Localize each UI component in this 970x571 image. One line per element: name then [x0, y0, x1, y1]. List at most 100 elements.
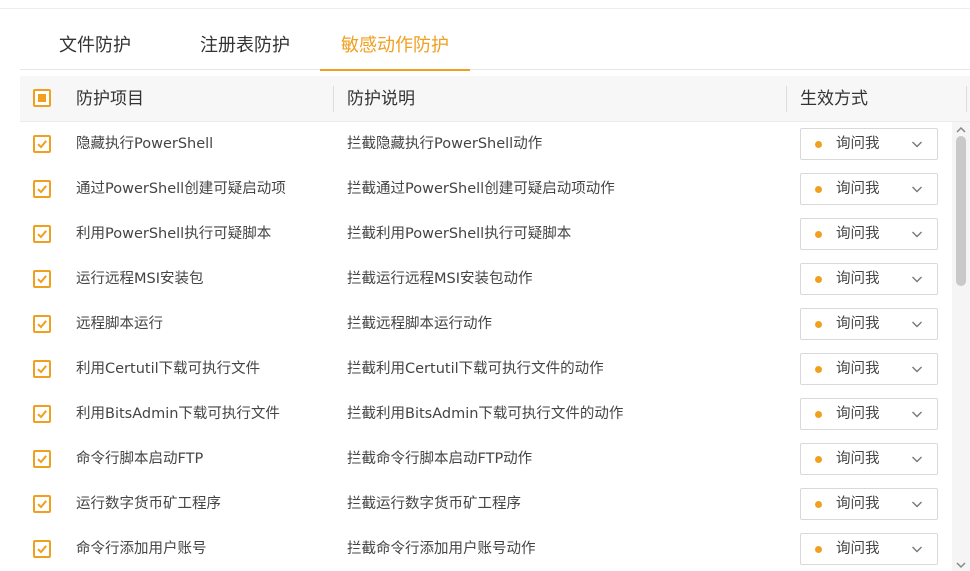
header-effect-mode: 生效方式 [800, 89, 868, 109]
row-checkbox[interactable] [33, 450, 51, 468]
column-divider [333, 86, 334, 112]
header-protection-description: 防护说明 [347, 89, 415, 109]
scrollbar-thumb[interactable] [956, 136, 966, 286]
checkmark-icon [37, 230, 47, 239]
status-dot-icon [815, 411, 822, 418]
status-dot-icon [815, 501, 822, 508]
table-row: 远程脚本运行 拦截远程脚本运行动作 询问我 [20, 302, 952, 347]
protection-item-name: 通过PowerShell创建可疑启动项 [76, 181, 286, 197]
row-checkbox[interactable] [33, 270, 51, 288]
protection-item-name: 利用PowerShell执行可疑脚本 [76, 226, 272, 242]
status-dot-icon [815, 141, 822, 148]
effect-mode-select[interactable]: 询问我 [800, 443, 938, 475]
header-protection-item: 防护项目 [76, 89, 144, 109]
effect-mode-value: 询问我 [836, 271, 880, 287]
effect-mode-value: 询问我 [836, 226, 880, 242]
protection-item-name: 运行数字货币矿工程序 [76, 496, 221, 512]
top-divider [0, 8, 970, 9]
chevron-down-icon [912, 366, 922, 373]
protection-item-name: 利用BitsAdmin下载可执行文件 [76, 406, 280, 422]
effect-mode-select[interactable]: 询问我 [800, 128, 938, 160]
chevron-down-icon [912, 231, 922, 238]
effect-mode-value: 询问我 [836, 181, 880, 197]
effect-mode-select[interactable]: 询问我 [800, 263, 938, 295]
effect-mode-value: 询问我 [836, 136, 880, 152]
table-row: 隐藏执行PowerShell 拦截隐藏执行PowerShell动作 询问我 [20, 122, 952, 167]
protection-item-description: 拦截利用PowerShell执行可疑脚本 [347, 226, 572, 242]
table-row: 利用PowerShell执行可疑脚本 拦截利用PowerShell执行可疑脚本 询问… [20, 212, 952, 257]
tab-registry-protection[interactable]: 注册表防护 [180, 24, 310, 70]
effect-mode-select[interactable]: 询问我 [800, 173, 938, 205]
row-checkbox[interactable] [33, 360, 51, 378]
chevron-down-icon [912, 276, 922, 283]
tab-sensitive-action-protection[interactable]: 敏感动作防护 [320, 24, 470, 71]
row-checkbox[interactable] [33, 540, 51, 558]
vertical-scrollbar[interactable] [952, 122, 970, 571]
table-row: 运行数字货币矿工程序 拦截运行数字货币矿工程序 询问我 [20, 482, 952, 527]
protection-item-name: 隐藏执行PowerShell [76, 136, 214, 152]
protection-item-name: 远程脚本运行 [76, 316, 163, 332]
row-checkbox[interactable] [33, 495, 51, 513]
column-divider [786, 86, 787, 112]
effect-mode-select[interactable]: 询问我 [800, 218, 938, 250]
table-row: 利用Certutil下载可执行文件 拦截利用Certutil下载可执行文件的动作 询… [20, 347, 952, 392]
protection-item-name: 运行远程MSI安装包 [76, 271, 204, 287]
table-body: 隐藏执行PowerShell 拦截隐藏执行PowerShell动作 询问我 通过Pow… [20, 122, 952, 571]
row-checkbox[interactable] [33, 180, 51, 198]
effect-mode-value: 询问我 [836, 406, 880, 422]
protection-item-description: 拦截通过PowerShell创建可疑启动项动作 [347, 181, 615, 197]
row-checkbox[interactable] [33, 225, 51, 243]
table-row: 运行远程MSI安装包 拦截运行远程MSI安装包动作 询问我 [20, 257, 952, 302]
effect-mode-value: 询问我 [836, 496, 880, 512]
chevron-down-icon [912, 456, 922, 463]
scroll-down-arrow-icon[interactable] [952, 557, 970, 571]
effect-mode-value: 询问我 [836, 316, 880, 332]
chevron-down-icon [912, 546, 922, 553]
row-checkbox[interactable] [33, 135, 51, 153]
protection-item-description: 拦截运行数字货币矿工程序 [347, 496, 521, 512]
table-row: 通过PowerShell创建可疑启动项 拦截通过PowerShell创建可疑启动项… [20, 167, 952, 212]
checkmark-icon [37, 410, 47, 419]
checkmark-icon [37, 545, 47, 554]
protection-item-name: 利用Certutil下载可执行文件 [76, 361, 261, 377]
protection-item-description: 拦截利用BitsAdmin下载可执行文件的动作 [347, 406, 624, 422]
protection-item-description: 拦截命令行脚本启动FTP动作 [347, 451, 533, 467]
table-header: 防护项目 防护说明 生效方式 [20, 76, 970, 122]
select-all-checkbox[interactable] [33, 89, 51, 107]
protection-item-description: 拦截运行远程MSI安装包动作 [347, 271, 533, 287]
scroll-up-arrow-icon[interactable] [952, 122, 970, 136]
status-dot-icon [815, 276, 822, 283]
protection-item-description: 拦截远程脚本运行动作 [347, 316, 492, 332]
effect-mode-select[interactable]: 询问我 [800, 398, 938, 430]
row-checkbox[interactable] [33, 315, 51, 333]
tab-bar: 文件防护 注册表防护 敏感动作防护 [20, 24, 970, 71]
chevron-down-icon [912, 501, 922, 508]
row-checkbox[interactable] [33, 405, 51, 423]
effect-mode-value: 询问我 [836, 451, 880, 467]
checkmark-icon [37, 500, 47, 509]
chevron-down-icon [912, 411, 922, 418]
protection-item-description: 拦截利用Certutil下载可执行文件的动作 [347, 361, 604, 377]
status-dot-icon [815, 231, 822, 238]
chevron-down-icon [912, 141, 922, 148]
protection-item-name: 命令行添加用户账号 [76, 541, 207, 557]
status-dot-icon [815, 546, 822, 553]
effect-mode-select[interactable]: 询问我 [800, 488, 938, 520]
status-dot-icon [815, 186, 822, 193]
chevron-down-icon [912, 321, 922, 328]
status-dot-icon [815, 456, 822, 463]
effect-mode-select[interactable]: 询问我 [800, 353, 938, 385]
effect-mode-value: 询问我 [836, 361, 880, 377]
effect-mode-select[interactable]: 询问我 [800, 308, 938, 340]
chevron-down-icon [912, 186, 922, 193]
status-dot-icon [815, 321, 822, 328]
protection-item-description: 拦截命令行添加用户账号动作 [347, 541, 536, 557]
protection-item-description: 拦截隐藏执行PowerShell动作 [347, 136, 543, 152]
checkmark-icon [37, 185, 47, 194]
column-divider [966, 86, 967, 112]
protection-item-name: 命令行脚本启动FTP [76, 451, 204, 467]
tab-file-protection[interactable]: 文件防护 [40, 24, 150, 70]
checkmark-icon [37, 275, 47, 284]
effect-mode-select[interactable]: 询问我 [800, 533, 938, 565]
table-row: 利用BitsAdmin下载可执行文件 拦截利用BitsAdmin下载可执行文件的动… [20, 392, 952, 437]
